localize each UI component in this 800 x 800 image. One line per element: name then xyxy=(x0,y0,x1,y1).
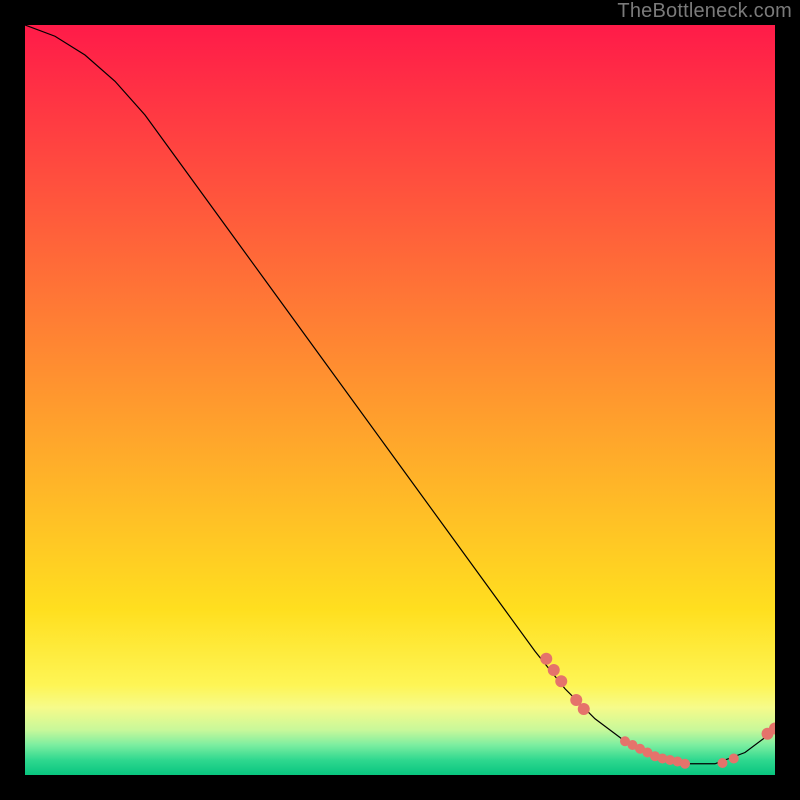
watermark-text: TheBottleneck.com xyxy=(617,0,792,23)
marker-point xyxy=(718,758,728,768)
marker-point xyxy=(729,754,739,764)
chart-plot xyxy=(25,25,775,775)
chart-svg xyxy=(25,25,775,775)
marker-point xyxy=(680,759,690,769)
gradient-background xyxy=(25,25,775,775)
chart-frame: TheBottleneck.com xyxy=(0,0,800,800)
marker-point xyxy=(578,703,590,715)
marker-point xyxy=(548,664,560,676)
marker-point xyxy=(555,675,567,687)
marker-point xyxy=(540,653,552,665)
